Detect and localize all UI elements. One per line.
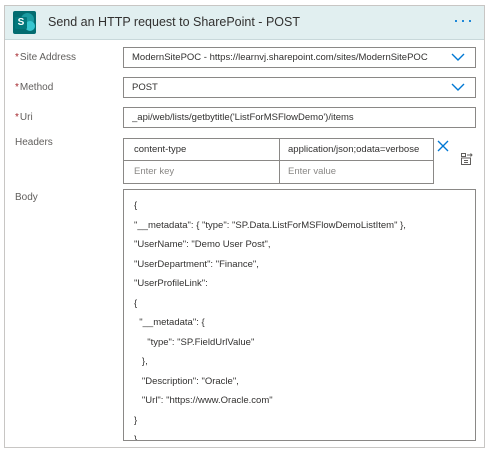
action-card: S Send an HTTP request to SharePoint - P… — [4, 5, 485, 448]
chevron-down-icon[interactable] — [451, 52, 465, 62]
new-header-value-input[interactable]: Enter value — [280, 161, 433, 183]
required-mark: * — [15, 112, 19, 123]
uri-value: _api/web/lists/getbytitle('ListForMSFlow… — [132, 112, 354, 123]
card-title: Send an HTTP request to SharePoint - POS… — [48, 15, 300, 29]
body-line: { — [134, 200, 138, 211]
site-address-label: *Site Address — [15, 52, 76, 63]
header-value-cell[interactable]: application/json;odata=verbose — [280, 139, 433, 161]
body-line: "type": "SP.FieldUrlValue" — [134, 336, 255, 348]
headers-table: content-type application/json;odata=verb… — [123, 138, 434, 184]
body-line: { — [134, 297, 138, 309]
required-mark: * — [15, 52, 19, 63]
chevron-down-icon[interactable] — [451, 82, 465, 92]
card-header[interactable]: S Send an HTTP request to SharePoint - P… — [5, 6, 484, 40]
required-mark: * — [15, 82, 19, 93]
header-key-cell[interactable]: content-type — [124, 139, 280, 161]
body-line: "UserProfileLink": — [134, 278, 208, 289]
body-line: } — [134, 414, 138, 426]
close-icon[interactable] — [437, 140, 449, 152]
body-line: "__metadata": { — [134, 317, 205, 328]
method-label: *Method — [15, 82, 53, 93]
method-label-text: Method — [19, 82, 54, 93]
method-dropdown[interactable]: POST — [123, 77, 476, 98]
new-header-key-input[interactable]: Enter key — [124, 161, 280, 183]
body-line: "Description": "Oracle", — [134, 375, 239, 387]
site-address-value: ModernSitePOC - https://learnvj.sharepoi… — [132, 52, 428, 63]
uri-label-text: Uri — [19, 112, 33, 123]
body-line: } — [134, 434, 138, 441]
body-line: "Url": "https://www.Oracle.com" — [134, 395, 273, 406]
headers-label: Headers — [15, 137, 53, 148]
page: S Send an HTTP request to SharePoint - P… — [0, 0, 490, 454]
body-line: "UserName": "Demo User Post", — [134, 239, 271, 250]
body-line: }, — [134, 356, 148, 367]
more-options-icon[interactable]: ··· — [453, 11, 474, 29]
site-address-label-text: Site Address — [19, 52, 77, 63]
uri-label: *Uri — [15, 112, 33, 123]
site-address-dropdown[interactable]: ModernSitePOC - https://learnvj.sharepoi… — [123, 47, 476, 68]
sharepoint-logo-icon: S — [13, 11, 36, 34]
sharepoint-logo-letter: S — [15, 17, 27, 29]
uri-input[interactable]: _api/web/lists/getbytitle('ListForMSFlow… — [123, 107, 476, 128]
body-label: Body — [15, 192, 38, 203]
body-textarea[interactable]: { "__metadata": { "type": "SP.Data.ListF… — [123, 189, 476, 441]
switch-to-text-mode-icon[interactable] — [460, 152, 474, 166]
body-line: "__metadata": { "type": "SP.Data.ListFor… — [134, 219, 406, 231]
method-value: POST — [132, 82, 158, 93]
body-line: "UserDepartment": "Finance", — [134, 258, 259, 270]
